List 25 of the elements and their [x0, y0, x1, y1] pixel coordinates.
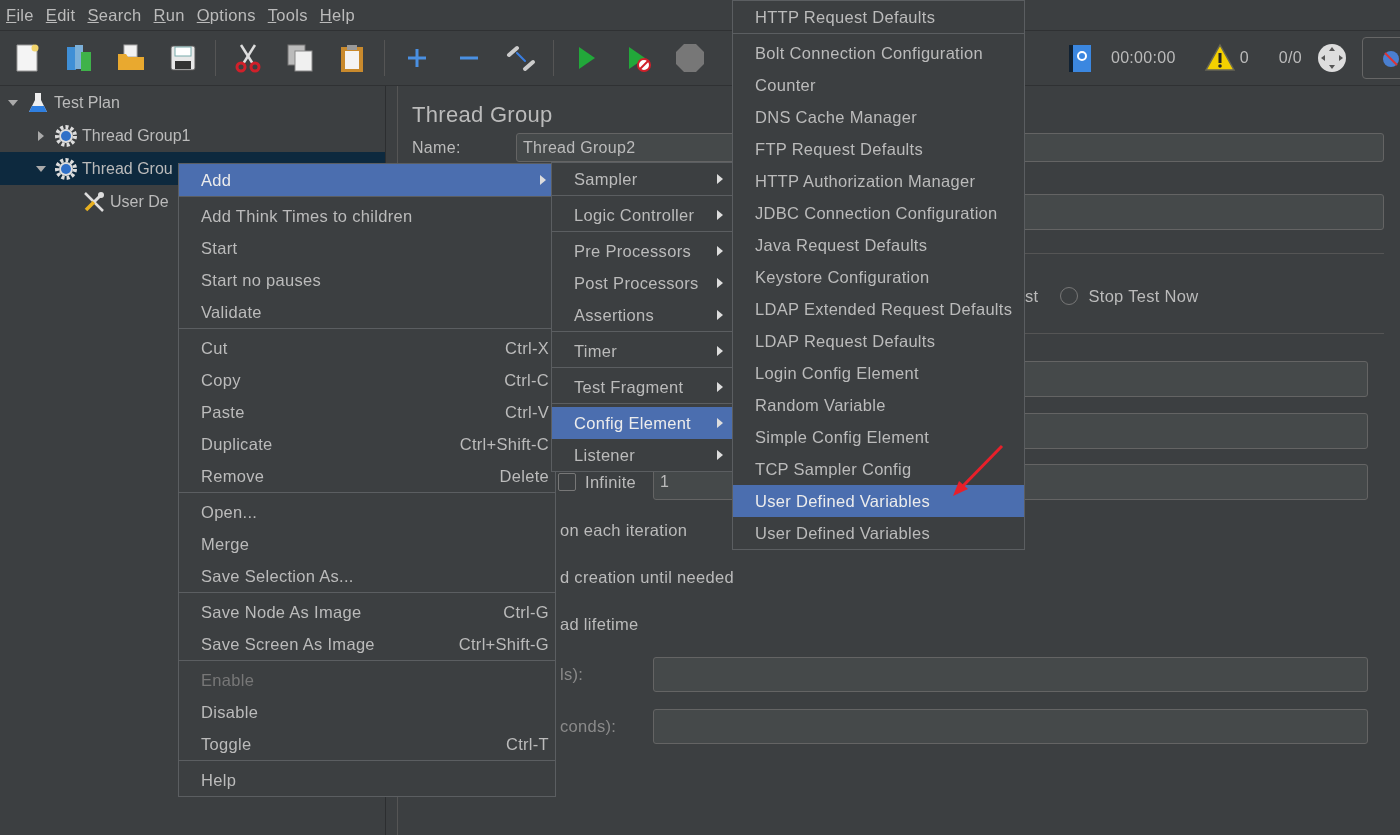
- radio-label: Stop Test Now: [1088, 286, 1199, 306]
- tree-label: Thread Group1: [82, 126, 191, 145]
- option-label: d creation until needed: [560, 567, 734, 588]
- option-label: st: [1025, 286, 1039, 306]
- field-label: ls):: [560, 665, 585, 684]
- shortcut-text: Ctrl-G: [503, 602, 549, 622]
- name-label: Name:: [412, 138, 462, 157]
- shortcut-text: Delete: [499, 466, 549, 486]
- option-label: on each iteration: [560, 520, 688, 541]
- shortcut-text: Ctrl-V: [505, 402, 549, 422]
- elapsed-time: 00:00:00: [1110, 49, 1176, 67]
- field-label: conds):: [560, 717, 618, 736]
- warning-count: 0: [1239, 49, 1249, 67]
- tree-label: Thread Grou: [82, 159, 173, 178]
- shortcut-text: Ctrl+Shift-G: [458, 634, 549, 654]
- shortcut-text: Ctrl-C: [504, 370, 549, 390]
- option-label: ad lifetime: [560, 614, 639, 635]
- thread-count: 0/0: [1278, 49, 1302, 67]
- shortcut-text: Ctrl-X: [505, 338, 549, 358]
- shortcut-text: Ctrl-T: [505, 734, 549, 754]
- checkbox-label: Infinite: [585, 472, 637, 492]
- shortcut-text: Ctrl+Shift-C: [459, 434, 549, 454]
- tree-label: User De: [110, 192, 169, 211]
- tree-label: Test Plan: [54, 93, 120, 112]
- panel-title: Thread Group: [412, 101, 553, 129]
